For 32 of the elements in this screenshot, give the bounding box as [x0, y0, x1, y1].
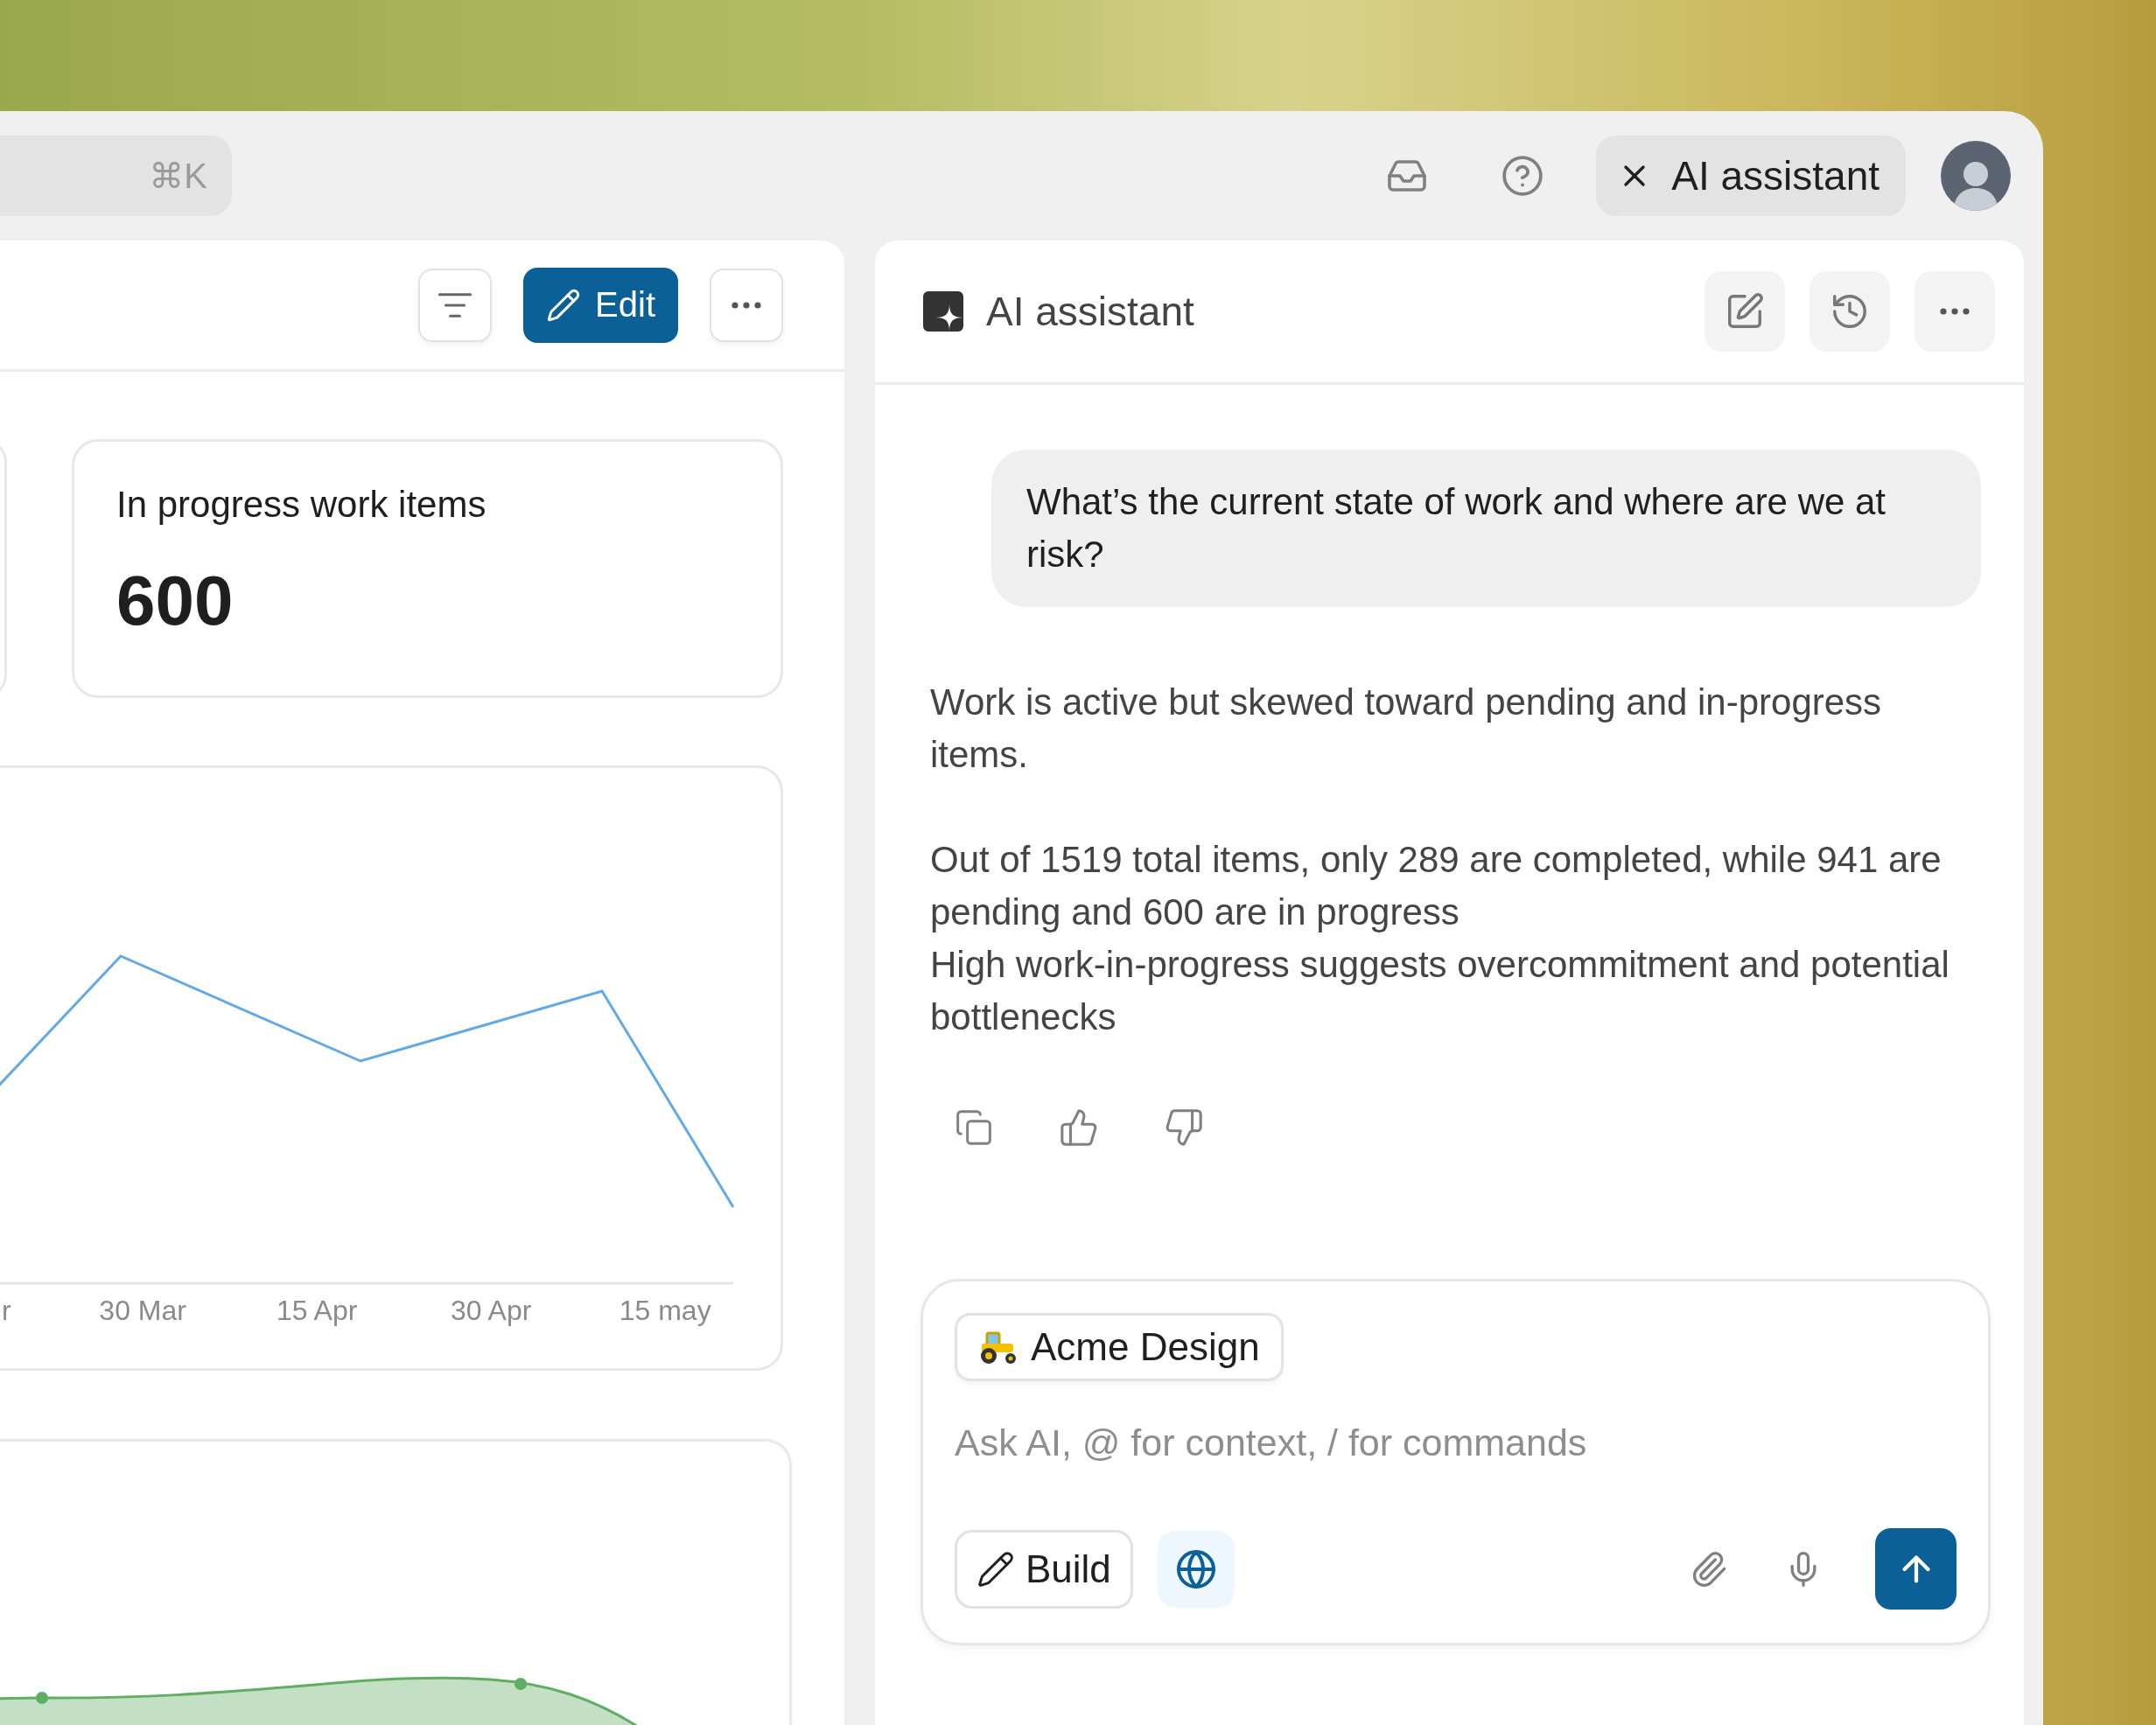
response-text: High work-in-progress suggests overcommitment and potential bottlenecks: [930, 943, 1950, 1039]
context-chip[interactable]: Acme Design: [955, 1313, 1284, 1381]
stat-value: 600: [116, 561, 234, 641]
pencil-icon: [976, 1549, 1015, 1589]
axis-label: 15 may: [618, 1295, 712, 1327]
assistant-toggle-button[interactable]: AI assistant: [1596, 136, 1906, 216]
axis-label: r: [2, 1295, 11, 1327]
stat-title: In progress work items: [116, 484, 487, 526]
axis-label: 30 Apr: [449, 1295, 533, 1327]
assistant-logo-icon: [923, 291, 963, 332]
history-button[interactable]: [1810, 271, 1890, 352]
globe-icon: [1174, 1547, 1217, 1590]
send-button[interactable]: [1875, 1528, 1956, 1610]
new-chat-button[interactable]: [1704, 271, 1785, 352]
filter-button[interactable]: [418, 268, 493, 342]
user-message: What’s the current state of work and where are we at risk?: [991, 450, 1981, 607]
panel-title: AI assistant: [986, 288, 1195, 335]
axis-label: 30 Mar: [98, 1295, 187, 1327]
pencil-icon: [546, 287, 582, 323]
thumbs-down-icon: [1164, 1107, 1204, 1148]
more-icon: [1940, 308, 1970, 315]
axis-label: 15 Apr: [275, 1295, 359, 1327]
response-text: Out of 1519 total items, only 289 are completed, while 941 are pending and 600 are in progress: [930, 838, 1942, 934]
response-text: Work is active but skewed toward pending and in-progress items.: [930, 681, 1883, 777]
thumbs-up-icon: [1059, 1107, 1099, 1148]
edit-button[interactable]: Edit: [523, 267, 678, 343]
build-button[interactable]: Build: [955, 1529, 1133, 1609]
tractor-icon: [978, 1330, 1018, 1365]
web-search-button[interactable]: [1157, 1530, 1235, 1608]
copy-icon: [955, 1108, 993, 1147]
help-icon: [1501, 154, 1545, 198]
more-icon: [732, 301, 761, 309]
